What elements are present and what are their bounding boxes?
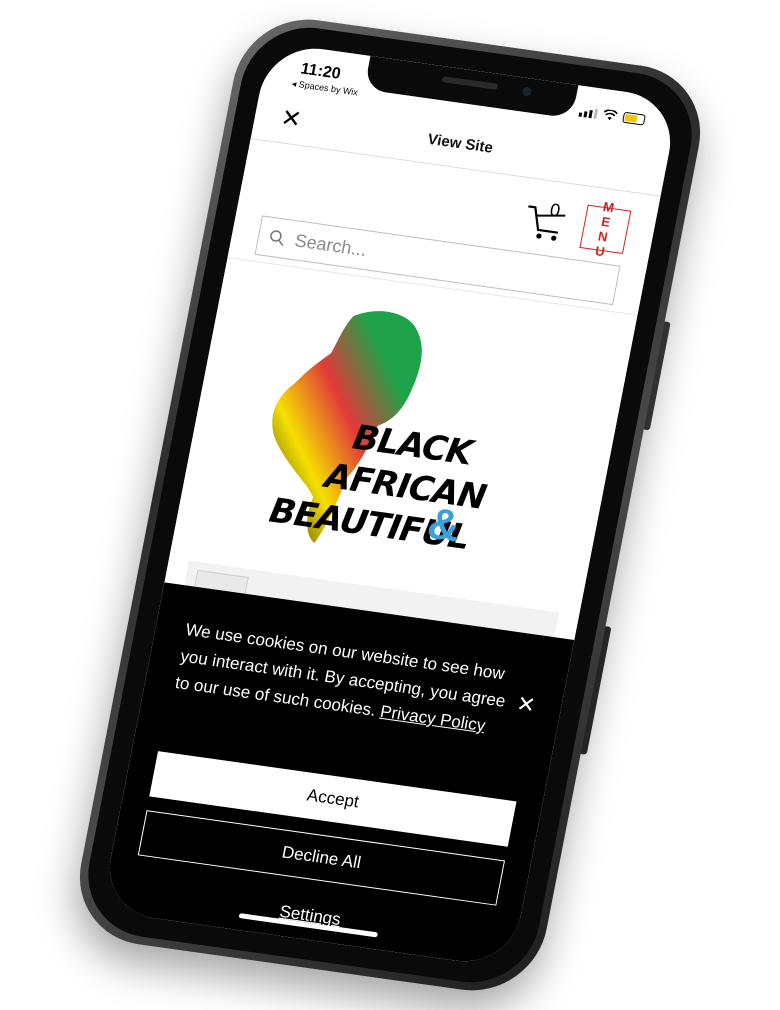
cookie-message-text: We use cookies on our website to see how… bbox=[173, 619, 508, 720]
phone-screen: 11:20 ◂ Spaces by Wix ✕ View Site 0 MENU… bbox=[100, 41, 680, 969]
notch bbox=[363, 55, 579, 119]
phone-frame: 11:20 ◂ Spaces by Wix ✕ View Site 0 MENU… bbox=[67, 10, 713, 1000]
camera bbox=[521, 86, 533, 97]
cookie-message: We use cookies on our website to see how… bbox=[173, 616, 521, 742]
search-icon bbox=[270, 230, 284, 246]
phone-bezel: 11:20 ◂ Spaces by Wix ✕ View Site 0 MENU… bbox=[76, 19, 704, 991]
signal-icon bbox=[578, 107, 599, 119]
search-placeholder: Search... bbox=[293, 229, 369, 260]
wifi-icon bbox=[603, 109, 618, 121]
status-icons bbox=[578, 106, 646, 126]
close-icon[interactable]: ✕ bbox=[514, 691, 537, 719]
battery-icon bbox=[622, 111, 646, 126]
menu-button[interactable]: MENU bbox=[579, 199, 632, 260]
cart-icon[interactable] bbox=[520, 200, 571, 245]
menu-label: MENU bbox=[593, 198, 622, 261]
speaker bbox=[441, 76, 499, 90]
cookie-banner: ✕ We use cookies on our website to see h… bbox=[100, 582, 575, 969]
privacy-policy-link[interactable]: Privacy Policy bbox=[379, 702, 487, 735]
phone-mockup: 11:20 ◂ Spaces by Wix ✕ View Site 0 MENU… bbox=[67, 10, 713, 1000]
